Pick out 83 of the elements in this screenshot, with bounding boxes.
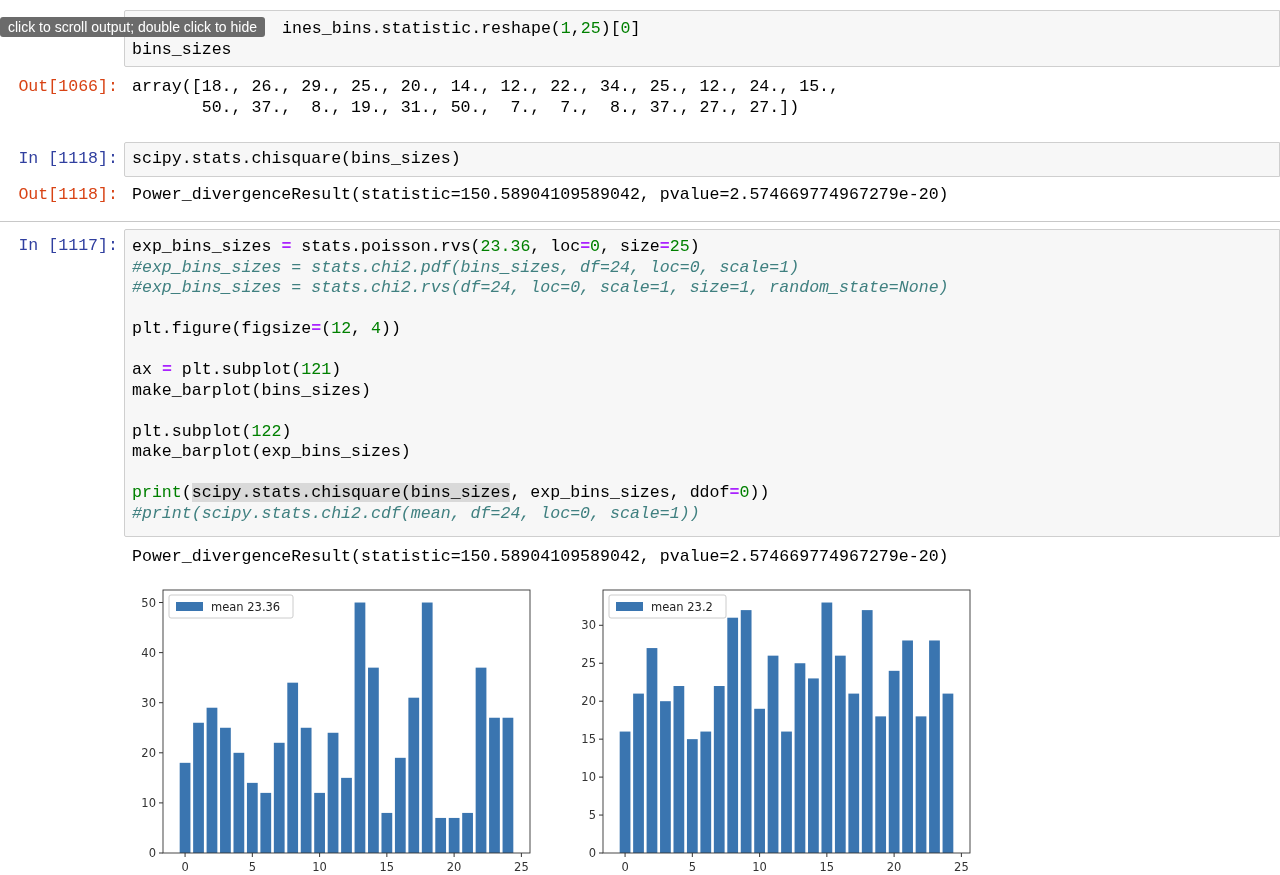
output-line: array([18., 26., 29., 25., 20., 14., 12., 22., 34., 25., 12., 24., 15., — [132, 77, 839, 98]
output-prompt: Out[1118]: — [18, 184, 118, 205]
code-line: plt.figure(figsize=(12, 4)) — [132, 319, 401, 338]
tick-mark — [520, 852, 522, 857]
tick-label: 15 — [581, 731, 596, 746]
code-line: #exp_bins_sizes = stats.chi2.rvs(df=24, loc=0, scale=1, size=1, random_state=None) — [132, 278, 949, 297]
output-line: 50., 37., 8., 19., 31., 50., 7., 7., 8., 37., 27., 27.]) — [200, 97, 801, 118]
tick-mark — [598, 776, 604, 778]
tick-label: 0 — [148, 845, 156, 860]
legend-label: mean 23.36 — [211, 599, 281, 614]
tick-mark — [158, 701, 164, 703]
output-prompt: Out[1066]: — [18, 77, 118, 98]
tick-mark — [598, 700, 604, 702]
legend-label: mean 23.2 — [651, 599, 713, 614]
tick-mark — [598, 624, 604, 626]
tick-mark — [893, 852, 895, 857]
tick-mark — [319, 852, 321, 857]
bar — [448, 817, 460, 853]
code-line: scipy.stats.chisquare(bins_sizes) — [132, 149, 461, 168]
bar — [462, 812, 473, 853]
tick-mark — [691, 852, 693, 857]
tick-label: 0 — [588, 845, 596, 860]
tooltip: click to scroll output; double click to hide — [0, 17, 265, 37]
tick-mark — [960, 852, 962, 857]
tick-label: 20 — [886, 859, 902, 874]
code-line: #exp_bins_sizes = stats.chi2.pdf(bins_sizes, df=24, loc=0, scale=1) — [132, 257, 800, 277]
tick-mark — [184, 852, 186, 857]
code-line: ax = plt.subplot(121) — [132, 360, 342, 379]
tick-mark — [158, 601, 164, 603]
tick-mark — [158, 801, 164, 803]
tick-mark — [759, 852, 761, 857]
code-line: make_barplot(exp_bins_sizes) — [132, 442, 411, 461]
bar — [435, 817, 447, 853]
tick-label: 10 — [312, 859, 327, 874]
tick-label: 25 — [514, 859, 529, 874]
tick-mark — [598, 852, 604, 853]
tick-mark — [598, 662, 604, 664]
tick-label: 5 — [588, 807, 596, 822]
code-cell[interactable]: scipy.stats.chisquare(bins_sizes) — [124, 142, 1280, 177]
tick-label: 25 — [581, 655, 596, 670]
tick-mark — [598, 738, 604, 740]
input-prompt: In [1117]: — [18, 236, 118, 257]
tick-label: 20 — [141, 745, 156, 760]
tick-mark — [386, 852, 388, 857]
legend-swatch-icon — [176, 601, 203, 611]
tick-label: 40 — [141, 645, 156, 660]
tick-label: 30 — [581, 617, 596, 632]
code-line: exp_bins_sizes = stats.poisson.rvs(23.36, loc=0, size=25) — [132, 237, 700, 256]
tick-label: 15 — [379, 859, 395, 874]
tick-label: 20 — [581, 693, 596, 708]
code-line: bins_sizes — [132, 39, 232, 59]
code-line: ines_bins.statistic.reshape(1,25)[0] — [282, 19, 641, 38]
tick-mark — [251, 852, 253, 857]
code-line: #print(scipy.stats.chi2.cdf(mean, df=24, loc=0, scale=1)) — [132, 503, 700, 523]
tick-label: 15 — [819, 859, 835, 874]
tick-mark — [453, 852, 455, 857]
tick-label: 10 — [141, 795, 156, 810]
input-prompt: In [1118]: — [18, 149, 118, 170]
tick-label: 50 — [141, 595, 156, 609]
tick-mark — [158, 852, 164, 853]
output-line: Power_divergenceResult(statistic=150.58904109589042, pvalue=2.574669774967279e-20) — [132, 547, 949, 568]
tick-label: 25 — [954, 859, 969, 874]
tick-mark — [158, 751, 164, 753]
code-line: plt.subplot(122) — [132, 421, 292, 441]
tick-label: 0 — [621, 859, 629, 874]
tick-mark — [624, 852, 626, 857]
tick-label: 5 — [248, 859, 256, 874]
tick-label: 10 — [581, 769, 596, 784]
tick-mark — [598, 814, 604, 816]
tick-label: 0 — [181, 859, 189, 874]
tick-mark — [826, 852, 828, 857]
code-line: print(scipy.stats.chisquare(bins_sizes, exp_bins_sizes, ddof=0)) — [132, 483, 770, 502]
tick-label: 10 — [752, 859, 767, 874]
tick-label: 20 — [446, 859, 462, 874]
tick-label: 5 — [688, 859, 696, 874]
code-cell[interactable] — [124, 229, 1280, 537]
code-line: make_barplot(bins_sizes) — [132, 380, 371, 400]
output-line: Power_divergenceResult(statistic=150.58904109589042, pvalue=2.574669774967279e-20) — [132, 184, 949, 205]
bar — [246, 782, 258, 853]
legend-swatch-icon — [616, 601, 643, 611]
bar — [314, 792, 325, 853]
tick-label: 30 — [141, 695, 156, 710]
tick-mark — [158, 651, 164, 653]
